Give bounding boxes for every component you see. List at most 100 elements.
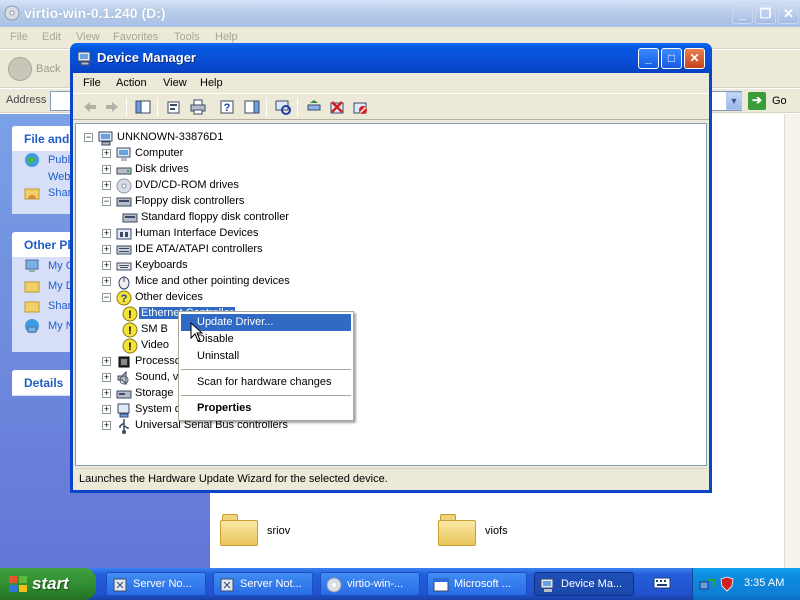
warning-device-icon: ! bbox=[122, 322, 138, 338]
storage-icon bbox=[116, 390, 132, 399]
collapse-toggle[interactable]: − bbox=[102, 293, 111, 302]
clock[interactable]: 3:35 AM bbox=[744, 577, 784, 589]
expand-toggle[interactable]: + bbox=[102, 261, 111, 270]
help-icon[interactable]: ? bbox=[220, 99, 236, 115]
floppy-controller-icon bbox=[122, 213, 138, 223]
keyboard-icon[interactable] bbox=[653, 576, 671, 590]
explorer-minimize-button[interactable]: _ bbox=[732, 3, 753, 24]
unknown-device-icon: ? bbox=[116, 290, 132, 306]
explorer-menu-view[interactable]: View bbox=[76, 31, 100, 43]
tree-item-label: Processo bbox=[135, 355, 181, 367]
show-hide-tree-icon[interactable] bbox=[135, 99, 151, 115]
expand-toggle[interactable]: + bbox=[102, 421, 111, 430]
hid-icon bbox=[116, 228, 132, 240]
menu-view[interactable]: View bbox=[163, 77, 187, 89]
taskbar-button[interactable]: virtio-win-... bbox=[320, 572, 420, 596]
start-label: start bbox=[32, 574, 69, 593]
expand-toggle[interactable]: + bbox=[102, 229, 111, 238]
system-device-icon bbox=[117, 403, 130, 418]
taskbar-button[interactable]: Server No... bbox=[106, 572, 206, 596]
explorer-title-bar[interactable]: virtio-win-0.1.240 (D:) _ ❐ ✕ bbox=[0, 0, 800, 27]
expand-toggle[interactable]: + bbox=[102, 245, 111, 254]
scan-hardware-icon[interactable] bbox=[275, 99, 291, 115]
uninstall-icon[interactable] bbox=[329, 99, 345, 115]
expand-toggle[interactable]: + bbox=[102, 373, 111, 382]
expand-toggle[interactable]: + bbox=[102, 405, 111, 414]
menu-item-disable[interactable]: Disable bbox=[181, 331, 351, 348]
taskbar-button[interactable]: Device Ma... bbox=[534, 572, 634, 596]
menu-item-update-driver[interactable]: Update Driver... bbox=[181, 314, 351, 331]
expand-toggle[interactable]: + bbox=[102, 357, 111, 366]
taskbar-button-label: Microsoft ... bbox=[454, 578, 511, 590]
explorer-scrollbar[interactable] bbox=[784, 114, 800, 568]
collapse-toggle[interactable]: − bbox=[84, 133, 93, 142]
tree-item-label: Computer bbox=[135, 147, 184, 159]
explorer-menu-edit[interactable]: Edit bbox=[42, 31, 61, 43]
device-tree[interactable]: − UNKNOWN-33876D1 + Computer + Disk drives +… bbox=[75, 123, 707, 466]
go-label: Go bbox=[772, 95, 787, 107]
expand-toggle[interactable]: + bbox=[102, 181, 111, 190]
computer-icon bbox=[25, 259, 39, 272]
back-arrow-icon bbox=[8, 57, 32, 81]
folder-label[interactable]: sriov bbox=[267, 525, 290, 537]
disable-device-icon[interactable] bbox=[352, 99, 368, 115]
menu-separator bbox=[181, 369, 351, 370]
taskbar-button-label: Server Not... bbox=[240, 578, 302, 590]
network-icon[interactable] bbox=[699, 576, 715, 592]
device-manager-title: Device Manager bbox=[97, 50, 196, 65]
svg-text:!: ! bbox=[128, 325, 132, 337]
tree-item-label: Video bbox=[141, 339, 169, 351]
taskbar-button[interactable]: Microsoft ... bbox=[427, 572, 527, 596]
expand-toggle[interactable]: + bbox=[102, 165, 111, 174]
start-button[interactable]: start bbox=[0, 568, 96, 600]
expand-toggle[interactable]: + bbox=[102, 149, 111, 158]
expand-toggle[interactable]: + bbox=[102, 277, 111, 286]
back-button[interactable]: Back bbox=[8, 57, 66, 81]
menu-item-scan-hardware[interactable]: Scan for hardware changes bbox=[181, 374, 351, 391]
address-dropdown-button[interactable]: ▼ bbox=[726, 92, 742, 110]
keyboard-icon bbox=[116, 262, 132, 271]
collapse-toggle[interactable]: − bbox=[102, 197, 111, 206]
device-manager-icon bbox=[540, 578, 554, 592]
explorer-maximize-button[interactable]: ❐ bbox=[755, 3, 776, 24]
menu-action[interactable]: Action bbox=[116, 77, 147, 89]
explorer-menu-favorites[interactable]: Favorites bbox=[113, 31, 158, 43]
close-button[interactable]: ✕ bbox=[684, 48, 705, 69]
cdrom-icon bbox=[326, 577, 342, 593]
back-arrow-icon[interactable] bbox=[82, 99, 98, 115]
menu-help[interactable]: Help bbox=[200, 77, 223, 89]
tree-root-label: UNKNOWN-33876D1 bbox=[117, 131, 224, 143]
folder-icon[interactable] bbox=[220, 514, 258, 546]
toolbar-separator bbox=[157, 98, 158, 117]
device-manager-window: Device Manager _ □ ✕ File Action View He… bbox=[70, 43, 712, 493]
print-icon[interactable] bbox=[190, 99, 206, 115]
security-shield-icon[interactable] bbox=[719, 576, 735, 592]
menu-file[interactable]: File bbox=[83, 77, 101, 89]
device-manager-icon bbox=[77, 51, 91, 66]
properties-icon[interactable] bbox=[166, 99, 182, 115]
menu-item-properties[interactable]: Properties bbox=[181, 400, 351, 417]
explorer-close-button[interactable]: ✕ bbox=[778, 3, 799, 24]
explorer-menu-help[interactable]: Help bbox=[215, 31, 238, 43]
explorer-menu-tools[interactable]: Tools bbox=[174, 31, 200, 43]
taskbar-button-label: Server No... bbox=[133, 578, 192, 590]
tree-item-label: Floppy disk controllers bbox=[135, 195, 245, 207]
menu-item-uninstall[interactable]: Uninstall bbox=[181, 348, 351, 365]
show-hide-action-pane-icon[interactable] bbox=[244, 99, 260, 115]
taskbar-button[interactable]: Server Not... bbox=[213, 572, 313, 596]
go-button[interactable]: ➔ Go bbox=[748, 92, 796, 110]
device-manager-title-bar[interactable]: Device Manager _ □ ✕ bbox=[70, 43, 712, 73]
forward-arrow-icon[interactable] bbox=[104, 99, 120, 115]
menu-separator bbox=[181, 395, 351, 396]
expand-toggle[interactable]: + bbox=[102, 389, 111, 398]
svg-text:?: ? bbox=[224, 102, 231, 114]
folder-label[interactable]: viofs bbox=[485, 525, 508, 537]
maximize-button[interactable]: □ bbox=[661, 48, 682, 69]
minimize-button[interactable]: _ bbox=[638, 48, 659, 69]
explorer-menu-file[interactable]: File bbox=[10, 31, 28, 43]
folder-icon[interactable] bbox=[438, 514, 476, 546]
update-driver-icon[interactable] bbox=[306, 99, 322, 115]
device-manager-menubar: File Action View Help bbox=[73, 73, 709, 93]
tree-item-label: Keyboards bbox=[135, 259, 188, 271]
window-icon bbox=[433, 578, 449, 592]
